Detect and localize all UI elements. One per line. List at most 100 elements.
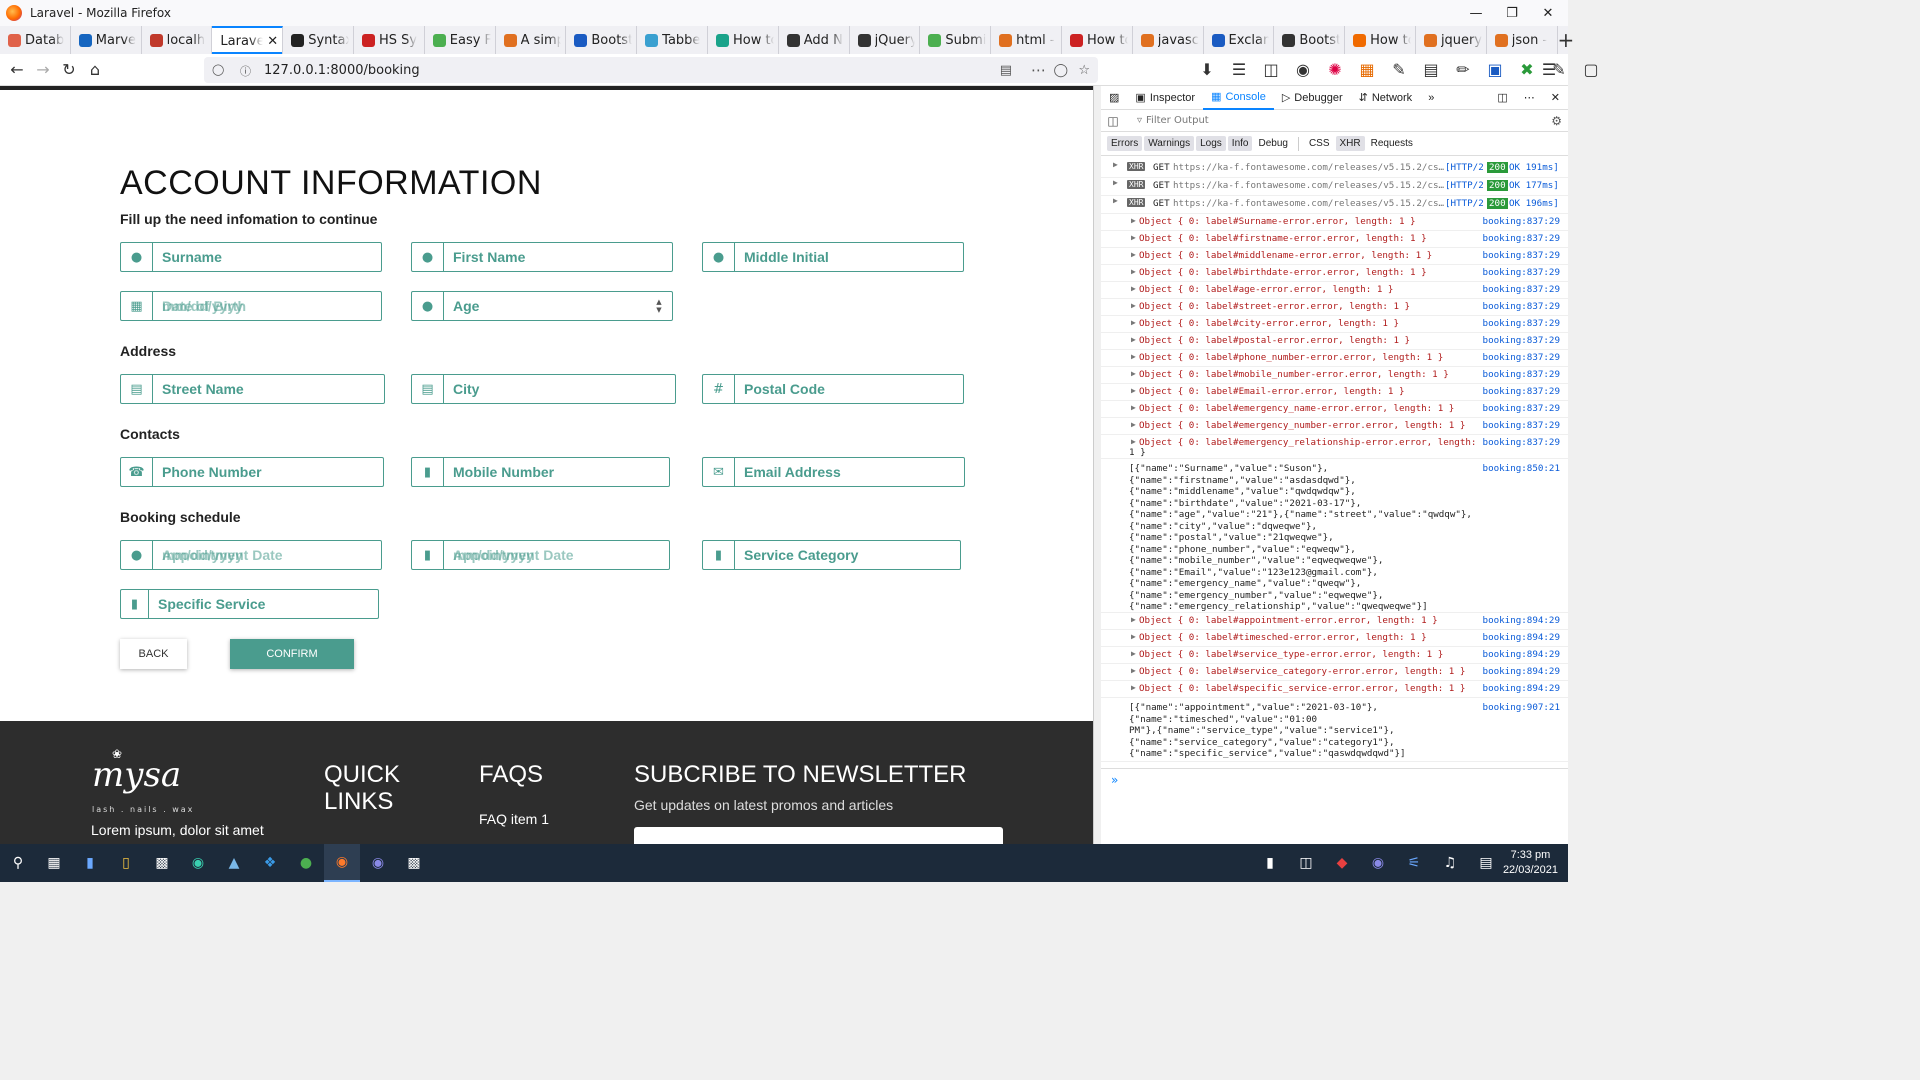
source-link[interactable]: booking:894:29 <box>1483 632 1560 643</box>
confirm-button[interactable]: CONFIRM <box>230 639 354 669</box>
browser-tab[interactable]: javasc <box>1133 26 1204 54</box>
browser-tab[interactable]: Submi <box>920 26 992 54</box>
close-tab-icon[interactable]: ✕ <box>267 34 278 49</box>
middle-initial-field[interactable]: ● Middle Initial <box>702 242 964 272</box>
mobile-field[interactable]: ▮ Mobile Number <box>411 457 670 487</box>
battery-icon[interactable]: ▮ <box>1252 844 1288 882</box>
expand-arrow-icon[interactable]: ▶ <box>1131 250 1136 259</box>
console-object[interactable]: Object { 0: label#city-error.error, leng… <box>1139 318 1399 329</box>
console-object[interactable]: Object { 0: label#firstname-error.error,… <box>1139 233 1427 244</box>
back-arrow-icon[interactable]: ← <box>4 57 30 83</box>
expand-arrow-icon[interactable]: ▶ <box>1131 437 1136 446</box>
xhr-url[interactable]: https://ka-f.fontawesome.com/releases/v5… <box>1173 162 1444 173</box>
extension-disk-icon[interactable]: ▢ <box>1578 57 1604 83</box>
bookmark-star-icon[interactable]: ☆ <box>1078 63 1090 78</box>
expand-arrow-icon[interactable]: ▶ <box>1131 420 1136 429</box>
browser-tab[interactable]: jquery <box>1416 26 1487 54</box>
chrome-icon[interactable]: ● <box>288 844 324 882</box>
terminal-icon[interactable]: ▩ <box>144 844 180 882</box>
info-icon[interactable]: ⓘ <box>240 63 254 78</box>
tab-inspector[interactable]: ▣ Inspector <box>1127 86 1203 110</box>
console-input[interactable]: » <box>1101 768 1568 790</box>
appointment-date-field[interactable]: ● Appointment Date mm/dd/yyyy <box>120 540 382 570</box>
source-link[interactable]: booking:894:29 <box>1483 615 1560 626</box>
expand-arrow-icon[interactable]: ▶ <box>1131 301 1136 310</box>
browser-tab[interactable]: Datab <box>0 26 71 54</box>
hamburger-menu-icon[interactable]: ☰ <box>1536 57 1562 83</box>
expand-arrow-icon[interactable]: ▶ <box>1131 615 1136 624</box>
console-object[interactable]: Object { 0: label#appointment-error.erro… <box>1139 615 1438 626</box>
source-link[interactable]: booking:837:29 <box>1483 284 1560 295</box>
browser-tab[interactable]: json - <box>1487 26 1558 54</box>
level-css[interactable]: CSS <box>1305 136 1334 151</box>
level-xhr[interactable]: XHR <box>1335 136 1365 151</box>
level-debug[interactable]: Debug <box>1254 136 1291 151</box>
photos-icon[interactable]: ▲ <box>216 844 252 882</box>
extension-orange-icon[interactable]: ▦ <box>1354 57 1380 83</box>
expand-arrow-icon[interactable]: ▶ <box>1131 632 1136 641</box>
source-link[interactable]: booking:837:29 <box>1483 301 1560 312</box>
devtools-menu-icon[interactable]: ⋯ <box>1516 86 1543 110</box>
trash-icon[interactable]: ◫ <box>1101 114 1125 128</box>
browser-tab[interactable]: localh <box>142 26 213 54</box>
browser-tab[interactable]: How tc <box>1345 26 1416 54</box>
close-window-button[interactable]: ✕ <box>1530 0 1566 26</box>
expand-arrow-icon[interactable]: ▶ <box>1131 352 1136 361</box>
volume-icon[interactable]: ♫ <box>1432 844 1468 882</box>
expand-arrow-icon[interactable]: ▶ <box>1131 233 1136 242</box>
expand-arrow-icon[interactable]: ▶ <box>1131 318 1136 327</box>
source-link[interactable]: booking:837:29 <box>1483 233 1560 244</box>
expand-arrow-icon[interactable]: ▶ <box>1131 403 1136 412</box>
expand-arrow-icon[interactable]: ▶ <box>1131 683 1136 692</box>
account-icon[interactable]: ◉ <box>1290 57 1316 83</box>
browser-tab[interactable]: Exclan <box>1204 26 1275 54</box>
anydesk-icon[interactable]: ◆ <box>1324 844 1360 882</box>
cmd-icon[interactable]: ▩ <box>396 844 432 882</box>
reader-view-icon[interactable]: ▤ <box>1000 63 1012 78</box>
browser-tab[interactable]: Laravel ✕ <box>212 26 284 54</box>
url-text[interactable]: 127.0.0.1:8000/booking <box>264 63 420 78</box>
folder-icon[interactable]: ▯ <box>108 844 144 882</box>
dock-icon[interactable]: ◫ <box>1489 86 1515 110</box>
more-tabs-icon[interactable]: » <box>1420 86 1442 110</box>
vscode-icon[interactable]: ❖ <box>252 844 288 882</box>
home-icon[interactable]: ⌂ <box>82 57 108 83</box>
browser-tab[interactable]: jQuery <box>850 26 921 54</box>
url-bar[interactable]: ◯ ⓘ 127.0.0.1:8000/booking ▤ ⋯ ◯ ☆ <box>204 57 1098 83</box>
source-link[interactable]: booking:837:29 <box>1483 250 1560 261</box>
console-object[interactable]: Object { 0: label#phone_number-error.err… <box>1139 352 1443 363</box>
level-requests[interactable]: Requests <box>1367 136 1417 151</box>
chevron-down-icon[interactable]: ▼ <box>656 306 661 314</box>
network-tray-icon[interactable]: ◫ <box>1288 844 1324 882</box>
time-schedule-field[interactable]: ▮ Appointment Date mm/dd/yyyy <box>411 540 670 570</box>
source-link[interactable]: booking:837:29 <box>1483 386 1560 397</box>
browser-tab[interactable]: Add N <box>779 26 850 54</box>
downloads-icon[interactable]: ⬇ <box>1194 57 1220 83</box>
surname-field[interactable]: ● Surname <box>120 242 382 272</box>
bluetooth-icon[interactable]: ⚟ <box>1396 844 1432 882</box>
source-link[interactable]: booking:837:29 <box>1483 335 1560 346</box>
teams-tray-icon[interactable]: ◉ <box>1360 844 1396 882</box>
browser-tab[interactable]: Syntax <box>283 26 354 54</box>
expand-arrow-icon[interactable]: ▶ <box>1131 649 1136 658</box>
console-object[interactable]: Object { 0: label#service_type-error.err… <box>1139 649 1443 660</box>
chevron-up-icon[interactable]: ▲ <box>656 298 661 306</box>
tab-network[interactable]: ⇵ Network <box>1351 86 1421 110</box>
street-field[interactable]: ▤ Street Name <box>120 374 385 404</box>
restore-button[interactable]: ❐ <box>1494 0 1530 26</box>
expand-arrow-icon[interactable]: ▶ <box>1131 267 1136 276</box>
source-link[interactable]: booking:907:21 <box>1483 702 1560 713</box>
new-tab-button[interactable]: + <box>1558 28 1575 52</box>
level-info[interactable]: Info <box>1227 136 1253 151</box>
browser-tab[interactable]: How tc <box>708 26 779 54</box>
extension-color-icon[interactable]: ✺ <box>1322 57 1348 83</box>
console-object[interactable]: Object { 0: label#Surname-error.error, l… <box>1139 216 1416 227</box>
console-object[interactable]: Object { 0: label#timesched-error.error,… <box>1139 632 1427 643</box>
email-field[interactable]: ✉ Email Address <box>702 457 965 487</box>
extension-list-icon[interactable]: ▤ <box>1418 57 1444 83</box>
level-warnings[interactable]: Warnings <box>1144 136 1195 151</box>
browser-tab[interactable]: Bootst <box>566 26 638 54</box>
expand-arrow-icon[interactable]: ▶ <box>1113 196 1118 205</box>
back-button[interactable]: BACK <box>120 639 187 669</box>
extension-f-icon[interactable]: ▣ <box>1482 57 1508 83</box>
